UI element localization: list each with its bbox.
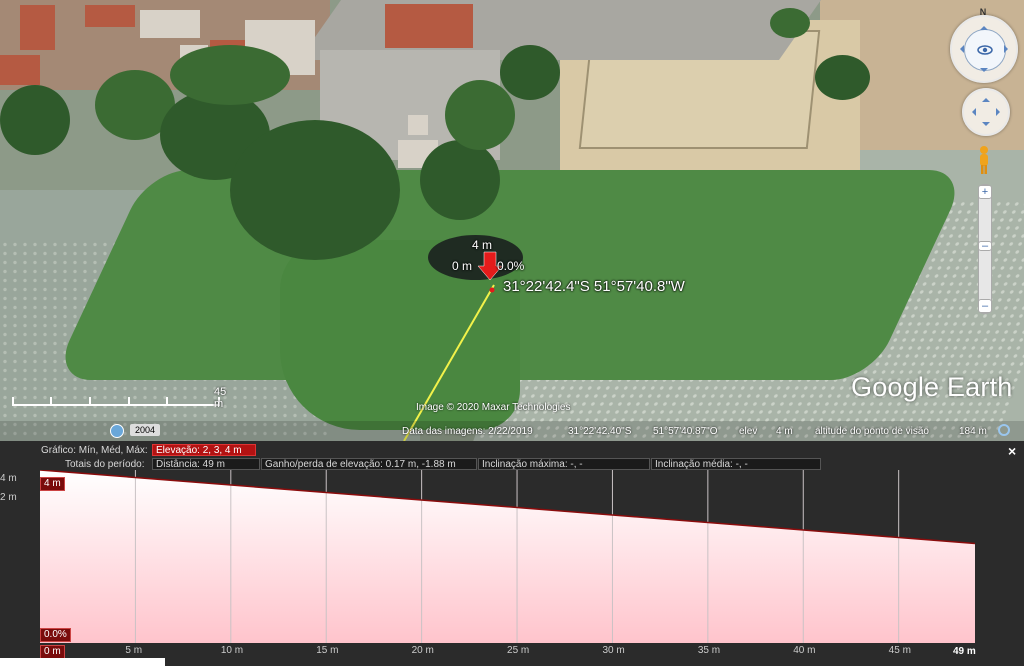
zoom-out-button[interactable]: – [978, 299, 992, 313]
pan-right-arrow[interactable] [996, 108, 1004, 116]
totals-label: Totais do período: [65, 459, 145, 470]
look-right-arrow[interactable] [1004, 45, 1012, 53]
scale-tick [12, 397, 14, 406]
elevation-chart-svg[interactable] [40, 470, 975, 643]
status-latitude: 31°22'42.40"S [568, 426, 632, 437]
x-tick-label: 10 m [220, 645, 244, 656]
x-tick-label: 45 m [888, 645, 911, 656]
avg-slope-stat[interactable]: Inclinação média: -, - [651, 458, 821, 470]
gain-loss-stat[interactable]: Ganho/perda de elevação: 0.17 m, -1.88 m [261, 458, 477, 470]
look-up-arrow[interactable] [980, 22, 988, 30]
elevation-chart[interactable] [40, 470, 975, 643]
scale-line [12, 404, 220, 406]
scale-tick [89, 397, 91, 406]
x-tick-label: 25 m [507, 645, 530, 656]
x-tick-label: 20 m [411, 645, 434, 656]
map-view[interactable]: 4 m 0 m 0.0% 31°22'42.4"S 51°57'40.8"W 4… [0, 0, 1024, 441]
scale-tick [128, 397, 130, 406]
status-eye-value: 184 m [959, 426, 987, 437]
eye-icon [977, 45, 993, 55]
look-control[interactable] [950, 15, 1018, 83]
status-elev-value: 4 m [776, 426, 793, 437]
look-down-arrow[interactable] [980, 68, 988, 76]
x-tick-label: 30 m [602, 645, 625, 656]
elevation-stats[interactable]: Elevação: 2, 3, 4 m [152, 444, 256, 456]
street-view-pegman-icon[interactable] [977, 145, 991, 175]
imagery-copyright: Image © 2020 Maxar Technologies [416, 402, 571, 413]
path-grade-label: 0.0% [497, 259, 525, 273]
chart-grade-badge: 0.0% [40, 628, 71, 642]
x-tick-label: 35 m [697, 645, 721, 656]
streaming-globe-icon [998, 424, 1010, 436]
path-start-label: 0 m [452, 259, 473, 273]
max-slope-stat[interactable]: Inclinação máxima: -, - [478, 458, 650, 470]
move-control[interactable] [962, 88, 1010, 136]
y-tick-label: 2 m [0, 492, 17, 503]
google-earth-logo: Google Earth [851, 372, 1013, 402]
x-tick-label: 5 m [125, 645, 143, 656]
pan-up-arrow[interactable] [982, 94, 990, 102]
status-longitude: 51°57'40.87"O [653, 426, 718, 437]
elevation-area [40, 470, 975, 643]
status-elev-label: elev [739, 426, 758, 437]
chart-max-badge: 4 m [40, 477, 65, 491]
scale-tick [50, 397, 52, 406]
distance-stat[interactable]: Distância: 49 m [152, 458, 260, 470]
x-tick-label: 40 m [793, 645, 816, 656]
imagery-date: Data das imagens: 2/22/2019 [402, 426, 533, 437]
chart-origin-badge: 0 m [40, 645, 65, 659]
look-left-arrow[interactable] [956, 45, 964, 53]
scale-bar: 45 m [12, 386, 226, 414]
pan-down-arrow[interactable] [982, 122, 990, 130]
scale-tick [166, 397, 168, 406]
look-joystick[interactable] [964, 29, 1006, 71]
chart-end-label: 49 m [953, 646, 976, 657]
historical-imagery-icon[interactable] [110, 424, 124, 438]
zoom-in-button[interactable]: + [978, 185, 992, 199]
zoom-slider-thumb[interactable]: – [978, 241, 992, 252]
historical-year-badge[interactable]: 2004 [130, 424, 160, 436]
y-tick-label: 4 m [0, 473, 17, 484]
status-eye-label: altitude do ponto de visão [815, 426, 929, 437]
path-elevation-label: 4 m [472, 238, 493, 252]
pan-left-arrow[interactable] [968, 108, 976, 116]
panel-scrollbar[interactable] [0, 658, 165, 666]
x-tick-label: 15 m [316, 645, 339, 656]
close-button[interactable]: × [1008, 443, 1016, 459]
scale-label: 45 m [214, 386, 227, 410]
path-point [489, 287, 495, 293]
zoom-slider[interactable]: + – – [978, 184, 992, 314]
measured-path [403, 284, 495, 441]
graph-label: Gráfico: Mín, Méd, Máx: [41, 445, 148, 456]
coordinate-readout: 31°22'42.4"S 51°57'40.8"W [503, 278, 685, 295]
